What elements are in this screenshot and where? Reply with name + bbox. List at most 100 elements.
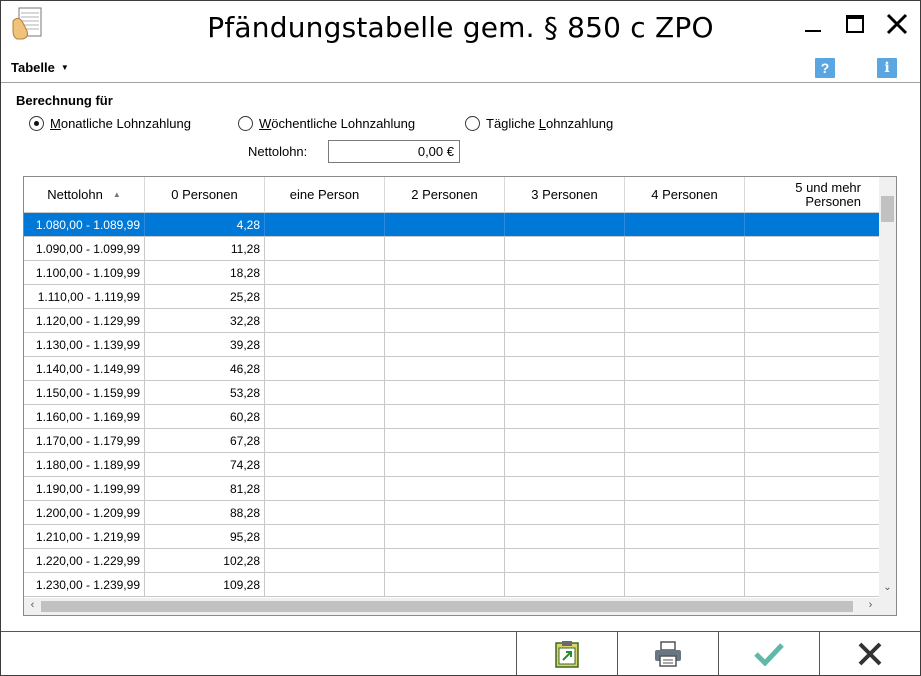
- nettolohn-label: Nettolohn:: [248, 144, 308, 159]
- table-cell: [745, 237, 879, 260]
- table-row[interactable]: 1.180,00 - 1.189,99 74,28: [24, 453, 879, 477]
- clipboard-icon: [555, 641, 579, 668]
- table-row[interactable]: 1.120,00 - 1.129,99 32,28: [24, 309, 879, 333]
- cancel-button[interactable]: [819, 632, 920, 676]
- caret-down-icon: ▼: [60, 63, 69, 72]
- radio-daily-circle[interactable]: [465, 116, 480, 131]
- menu-tabelle[interactable]: Tabelle ▼: [11, 60, 69, 75]
- close-window-button[interactable]: [877, 7, 917, 41]
- table-cell: [745, 309, 879, 332]
- table-row[interactable]: 1.100,00 - 1.109,99 18,28: [24, 261, 879, 285]
- vertical-scroll-thumb[interactable]: [881, 196, 894, 222]
- column-header-2-personen[interactable]: 2 Personen: [385, 177, 505, 213]
- table-cell: 1.180,00 - 1.189,99: [24, 453, 145, 476]
- table-cell: [265, 285, 385, 308]
- table-cell: [745, 333, 879, 356]
- table-cell: 46,28: [145, 357, 265, 380]
- table-row[interactable]: 1.230,00 - 1.239,99 109,28: [24, 573, 879, 597]
- table-cell: 95,28: [145, 525, 265, 548]
- sort-ascending-icon: ▲: [112, 190, 121, 199]
- column-header-0-personen[interactable]: 0 Personen: [145, 177, 265, 213]
- table-cell: [385, 501, 505, 524]
- ok-button[interactable]: [718, 632, 819, 676]
- radio-monthly[interactable]: Monatliche Lohnzahlung: [29, 116, 191, 131]
- table-row[interactable]: 1.220,00 - 1.229,99 102,28: [24, 549, 879, 573]
- table-cell: [625, 405, 745, 428]
- table-row[interactable]: 1.140,00 - 1.149,99 46,28: [24, 357, 879, 381]
- table-row[interactable]: 1.150,00 - 1.159,99 53,28: [24, 381, 879, 405]
- scroll-left-icon[interactable]: ‹: [24, 599, 41, 614]
- nettolohn-input[interactable]: [328, 140, 460, 163]
- table-row[interactable]: 1.160,00 - 1.169,99 60,28: [24, 405, 879, 429]
- table-cell: [385, 549, 505, 572]
- table-cell: 1.110,00 - 1.119,99: [24, 285, 145, 308]
- table-cell: [385, 357, 505, 380]
- horizontal-scrollbar[interactable]: ‹ ›: [24, 598, 896, 615]
- radio-weekly-circle[interactable]: [238, 116, 253, 131]
- help-icon[interactable]: ?: [815, 58, 835, 78]
- clipboard-export-button[interactable]: [516, 632, 617, 676]
- table-cell: [745, 261, 879, 284]
- minimize-button[interactable]: [793, 7, 833, 41]
- table-cell: 25,28: [145, 285, 265, 308]
- horizontal-scroll-thumb[interactable]: [41, 601, 853, 612]
- table-row[interactable]: 1.170,00 - 1.179,99 67,28: [24, 429, 879, 453]
- radio-weekly-label: Wöchentliche Lohnzahlung: [259, 116, 416, 131]
- column-header-5-und-mehr[interactable]: 5 und mehr Personen: [745, 177, 879, 213]
- column-header-4-personen[interactable]: 4 Personen: [625, 177, 745, 213]
- table-row[interactable]: 1.210,00 - 1.219,99 95,28: [24, 525, 879, 549]
- table-cell: [625, 381, 745, 404]
- table-row[interactable]: 1.200,00 - 1.209,99 88,28: [24, 501, 879, 525]
- table-cell: [745, 525, 879, 548]
- table-cell: [745, 549, 879, 572]
- column-header-nettolohn[interactable]: Nettolohn ▲: [24, 177, 145, 213]
- table-cell: [625, 261, 745, 284]
- table-row[interactable]: 1.080,00 - 1.089,99 4,28: [24, 213, 879, 237]
- table-cell: [505, 549, 625, 572]
- table-cell: 1.190,00 - 1.199,99: [24, 477, 145, 500]
- table-cell: [385, 405, 505, 428]
- checkmark-icon: [754, 643, 784, 666]
- table-cell: [505, 453, 625, 476]
- table-cell: [625, 309, 745, 332]
- radio-weekly[interactable]: Wöchentliche Lohnzahlung: [238, 116, 415, 131]
- table-cell: 1.080,00 - 1.089,99: [24, 213, 145, 236]
- vertical-scrollbar[interactable]: ⌄: [879, 177, 896, 598]
- scroll-down-icon[interactable]: ⌄: [879, 582, 896, 596]
- table-row[interactable]: 1.130,00 - 1.139,99 39,28: [24, 333, 879, 357]
- info-icon[interactable]: i: [877, 58, 897, 78]
- table-cell: [745, 477, 879, 500]
- table-cell: [625, 573, 745, 596]
- table-cell: 60,28: [145, 405, 265, 428]
- table-row[interactable]: 1.090,00 - 1.099,99 11,28: [24, 237, 879, 261]
- table-cell: 1.120,00 - 1.129,99: [24, 309, 145, 332]
- table-cell: 1.160,00 - 1.169,99: [24, 405, 145, 428]
- print-button[interactable]: [617, 632, 718, 676]
- table-row[interactable]: 1.110,00 - 1.119,99 25,28: [24, 285, 879, 309]
- table-cell: [385, 261, 505, 284]
- table-cell: [385, 573, 505, 596]
- table-cell: [505, 357, 625, 380]
- garnishment-table: Nettolohn ▲ 0 Personen eine Person 2 Per…: [23, 176, 897, 616]
- table-cell: 4,28: [145, 213, 265, 236]
- table-row[interactable]: 1.190,00 - 1.199,99 81,28: [24, 477, 879, 501]
- table-cell: [625, 237, 745, 260]
- column-header-eine-person[interactable]: eine Person: [265, 177, 385, 213]
- table-cell: [505, 309, 625, 332]
- maximize-button[interactable]: [835, 7, 875, 41]
- table-cell: [265, 549, 385, 572]
- table-cell: 11,28: [145, 237, 265, 260]
- radio-daily[interactable]: Tägliche Lohnzahlung: [465, 116, 613, 131]
- table-cell: [265, 381, 385, 404]
- scroll-right-icon[interactable]: ›: [862, 599, 879, 614]
- table-cell: [265, 525, 385, 548]
- table-cell: [265, 501, 385, 524]
- table-cell: 109,28: [145, 573, 265, 596]
- table-cell: [505, 405, 625, 428]
- table-cell: [505, 429, 625, 452]
- column-header-3-personen[interactable]: 3 Personen: [505, 177, 625, 213]
- table-cell: [385, 285, 505, 308]
- radio-monthly-circle[interactable]: [29, 116, 44, 131]
- minimize-icon: [805, 30, 821, 32]
- table-cell: [385, 453, 505, 476]
